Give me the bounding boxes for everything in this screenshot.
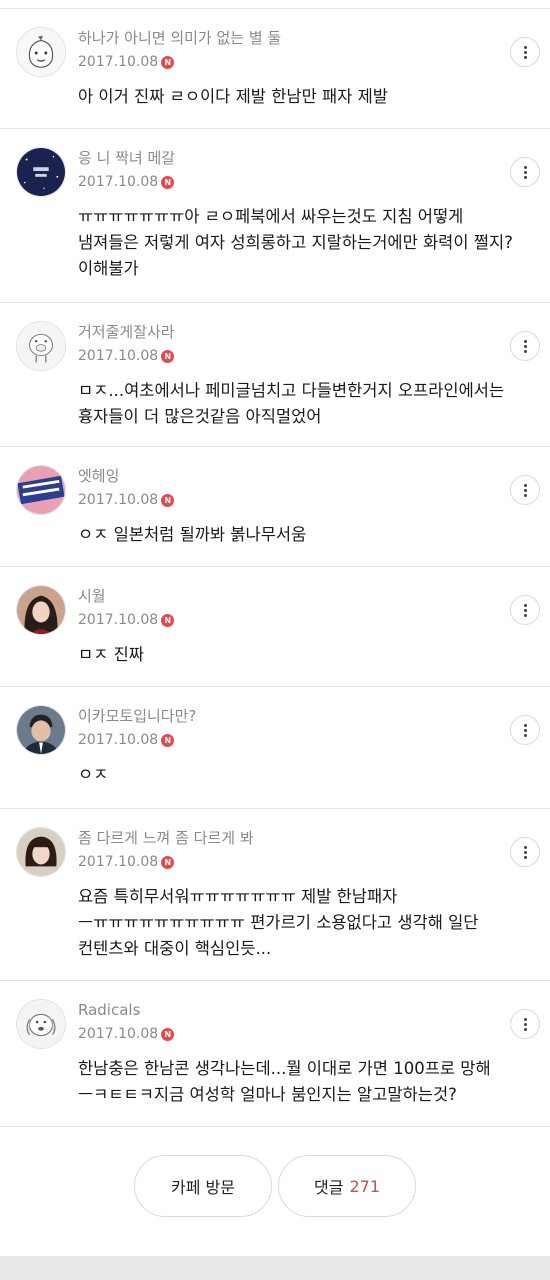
more-options-button[interactable]	[510, 715, 540, 745]
new-badge: N	[161, 55, 175, 69]
more-options-button[interactable]	[510, 1009, 540, 1039]
new-badge: N	[161, 175, 175, 189]
pig-icon	[17, 322, 65, 370]
comment-date: 2017.10.08	[78, 174, 159, 190]
top-divider	[0, 0, 550, 9]
comment-nickname[interactable]: Radicals	[78, 999, 550, 1021]
avatar[interactable]	[16, 465, 66, 515]
more-icon	[523, 483, 527, 497]
comments-button[interactable]: 댓글 271	[278, 1155, 416, 1217]
more-icon	[523, 723, 527, 737]
comments-label: 댓글	[314, 1178, 344, 1197]
more-icon	[523, 45, 527, 59]
cafe-visit-label: 카페 방문	[171, 1178, 235, 1197]
comment-date: 2017.10.08	[78, 54, 159, 70]
footer-actions: 카페 방문 댓글 271	[0, 1127, 550, 1217]
comment-text: ㅇㅈ 일본처럼 될까봐 볽나무서움	[78, 525, 307, 544]
comment-text: ㅠㅠㅠㅠㅠㅠㅠ아 ㄹㅇ페북에서 싸우는것도 지침 어떻게 냄져들은 저렇게 여자…	[78, 207, 513, 278]
comment-date: 2017.10.08	[78, 854, 159, 870]
comment-nickname[interactable]: 거저줄게잘사라	[78, 321, 550, 343]
more-icon	[523, 165, 527, 179]
avatar[interactable]	[16, 27, 66, 77]
comment-text: ㅇㅈ	[78, 765, 109, 784]
comment-text: 요즘 특히무서워ㅠㅠㅠㅠㅠㅠㅠ 제발 한남패자 ㅡㅠㅠㅠㅠㅠㅠㅠㅠㅠㅠ 편가르기…	[78, 887, 479, 958]
comment-date: 2017.10.08	[78, 732, 159, 748]
avatar[interactable]	[16, 999, 66, 1049]
comment-item: 이카모토입니다만? 2017.10.08 N ㅇㅈ	[0, 687, 550, 809]
comment-item: 좀 다르게 느껴 좀 다르게 봐 2017.10.08 N 요즘 특히무서워ㅠㅠ…	[0, 809, 550, 981]
more-icon	[523, 339, 527, 353]
more-icon	[523, 1017, 527, 1031]
comment-text: ㅁㅈ 진짜	[78, 645, 144, 664]
bottom-bar	[0, 1256, 550, 1280]
cafe-visit-button[interactable]: 카페 방문	[134, 1155, 272, 1217]
comment-nickname[interactable]: 이카모토입니다만?	[78, 705, 550, 727]
comment-nickname[interactable]: 시월	[78, 585, 550, 607]
comment-date: 2017.10.08	[78, 348, 159, 364]
new-badge: N	[161, 613, 175, 627]
proud-feminist-badge-icon	[17, 466, 65, 514]
avatar[interactable]	[16, 585, 66, 635]
woman-portrait-icon	[17, 828, 65, 876]
more-options-button[interactable]	[510, 331, 540, 361]
comment-date: 2017.10.08	[78, 1026, 159, 1042]
more-options-button[interactable]	[510, 37, 540, 67]
comment-item: 엣헤잉 2017.10.08 N ㅇㅈ 일본처럼 될까봐 볽나무서움	[0, 447, 550, 567]
comment-nickname[interactable]: 엣헤잉	[78, 465, 550, 487]
night-sky-icon	[17, 148, 65, 196]
comment-text: 아 이거 진짜 ㄹㅇ이다 제발 한남만 패자 제발	[78, 87, 388, 106]
comment-item: 응 니 짝녀 메갈 2017.10.08 N ㅠㅠㅠㅠㅠㅠㅠ아 ㄹㅇ페북에서 싸…	[0, 129, 550, 303]
comment-nickname[interactable]: 하나가 아니면 의미가 없는 별 둘	[78, 27, 550, 49]
more-options-button[interactable]	[510, 837, 540, 867]
comment-item: 시월 2017.10.08 N ㅁㅈ 진짜	[0, 567, 550, 687]
dog-icon	[17, 1000, 65, 1048]
new-badge: N	[161, 493, 175, 507]
avatar[interactable]	[16, 705, 66, 755]
comment-text: 한남충은 한남콘 생각나는데...뭘 이대로 가면 100프로 망해 ㅡㅋㅌㅌㅋ…	[78, 1059, 491, 1104]
avatar[interactable]	[16, 147, 66, 197]
comment-date: 2017.10.08	[78, 492, 159, 508]
more-options-button[interactable]	[510, 595, 540, 625]
new-badge: N	[161, 1027, 175, 1041]
more-icon	[523, 603, 527, 617]
comments-count: 271	[349, 1176, 380, 1196]
woman-portrait-icon	[17, 586, 65, 634]
new-badge: N	[161, 733, 175, 747]
more-options-button[interactable]	[510, 157, 540, 187]
comment-nickname[interactable]: 좀 다르게 느껴 좀 다르게 봐	[78, 827, 550, 849]
cartoon-face-icon	[17, 28, 65, 76]
man-portrait-icon	[17, 706, 65, 754]
comment-text: ㅁㅈ...여초에서나 페미글넘치고 다들변한거지 오프라인에서는 흉자들이 더 …	[78, 381, 505, 426]
comment-item: 거저줄게잘사라 2017.10.08 N ㅁㅈ...여초에서나 페미글넘치고 다…	[0, 303, 550, 447]
comment-item: 하나가 아니면 의미가 없는 별 둘 2017.10.08 N 아 이거 진짜 …	[0, 9, 550, 129]
new-badge: N	[161, 349, 175, 363]
comment-nickname[interactable]: 응 니 짝녀 메갈	[78, 147, 550, 169]
more-icon	[523, 845, 527, 859]
more-options-button[interactable]	[510, 475, 540, 505]
avatar[interactable]	[16, 827, 66, 877]
avatar[interactable]	[16, 321, 66, 371]
comment-item: Radicals 2017.10.08 N 한남충은 한남콘 생각나는데...뭘…	[0, 981, 550, 1127]
new-badge: N	[161, 855, 175, 869]
comment-date: 2017.10.08	[78, 612, 159, 628]
